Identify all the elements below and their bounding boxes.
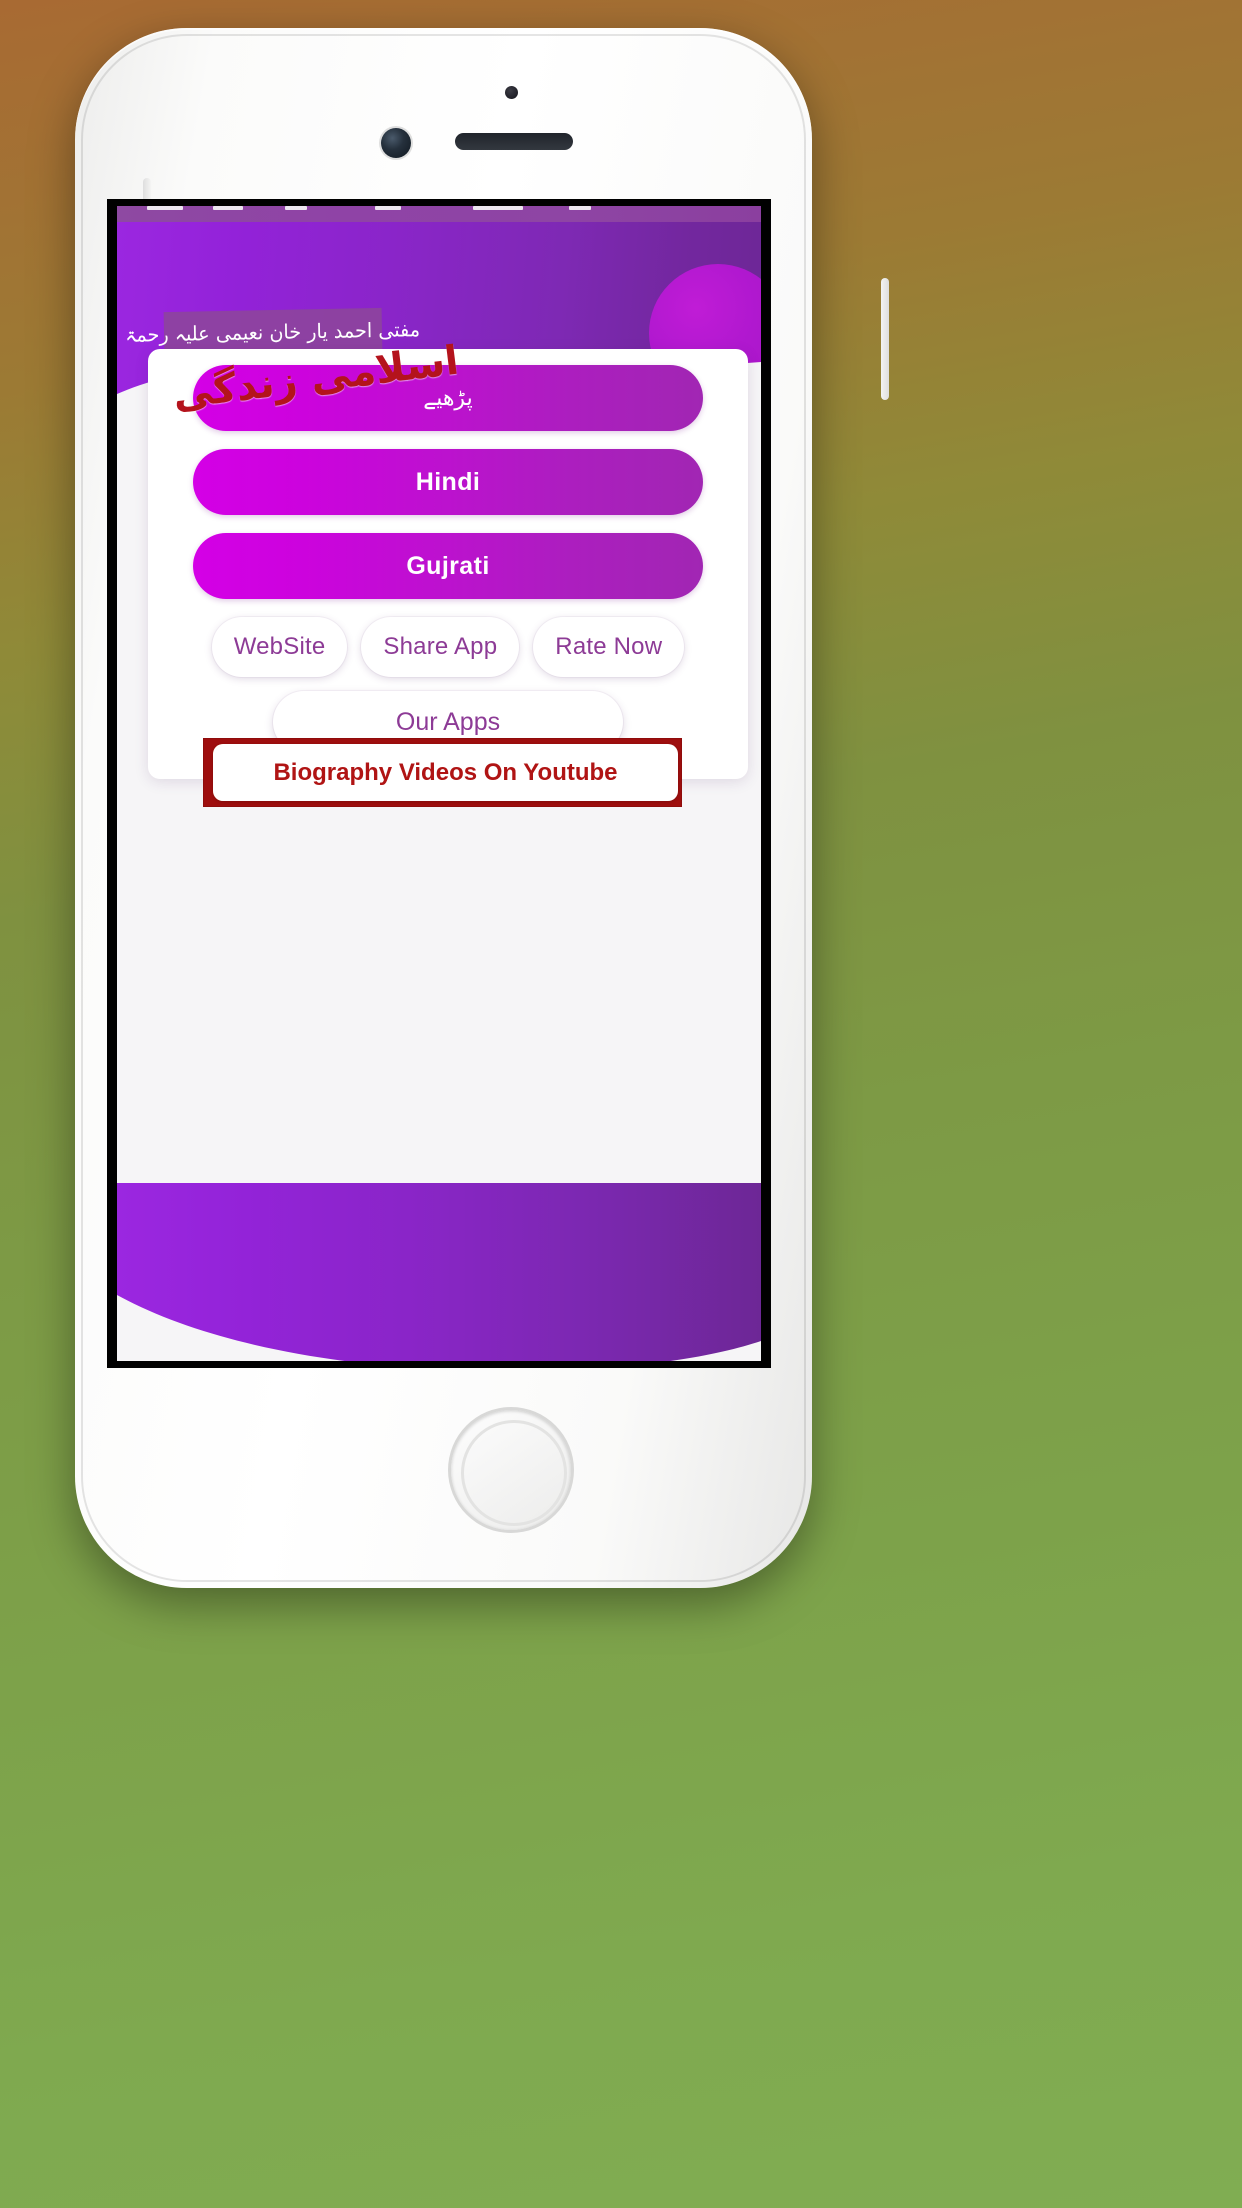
gujrati-button[interactable]: Gujrati <box>193 533 703 599</box>
earpiece-speaker-icon <box>455 133 573 150</box>
youtube-button-frame: Biography Videos On Youtube <box>203 738 682 807</box>
status-chip <box>569 206 591 210</box>
screen-frame: مفتی احمد یار خان نعیمی علیہ رحمۃ پڑھیے … <box>108 200 770 1367</box>
status-chip <box>147 206 183 210</box>
read-urdu-label: پڑھیے <box>423 385 473 411</box>
website-button[interactable]: WebSite <box>211 617 348 677</box>
read-urdu-button[interactable]: پڑھیے <box>193 365 703 431</box>
status-chip <box>375 206 401 210</box>
rate-now-label: Rate Now <box>555 633 663 660</box>
home-button-icon[interactable] <box>451 1410 571 1530</box>
hindi-button[interactable]: Hindi <box>193 449 703 515</box>
front-camera-icon <box>381 128 411 158</box>
app-screen: مفتی احمد یار خان نعیمی علیہ رحمۃ پڑھیے … <box>117 206 761 1361</box>
status-chip <box>285 206 307 210</box>
gujrati-label: Gujrati <box>406 551 490 580</box>
secondary-button-row: WebSite Share App Rate Now <box>148 617 748 677</box>
youtube-button-label: Biography Videos On Youtube <box>273 758 618 786</box>
proximity-sensor-icon <box>505 86 518 99</box>
footer-wave-shape <box>117 1183 761 1361</box>
home-button-ring <box>461 1420 567 1526</box>
power-button[interactable] <box>881 278 889 400</box>
menu-card: پڑھیے Hindi Gujrati WebSite Share App Ra… <box>148 338 748 779</box>
hindi-label: Hindi <box>415 467 481 496</box>
status-bar-strip <box>117 206 761 222</box>
share-app-button[interactable]: Share App <box>361 617 520 677</box>
status-chip <box>213 206 243 210</box>
website-label: WebSite <box>233 633 326 660</box>
rate-now-button[interactable]: Rate Now <box>533 617 685 677</box>
status-chip <box>473 206 523 210</box>
our-apps-label: Our Apps <box>395 707 501 736</box>
scholar-name-text: مفتی احمد یار خان نعیمی علیہ رحمۃ <box>125 317 421 347</box>
share-app-label: Share App <box>383 633 498 660</box>
app-footer <box>117 1175 761 1361</box>
biography-videos-youtube-button[interactable]: Biography Videos On Youtube <box>213 744 678 801</box>
